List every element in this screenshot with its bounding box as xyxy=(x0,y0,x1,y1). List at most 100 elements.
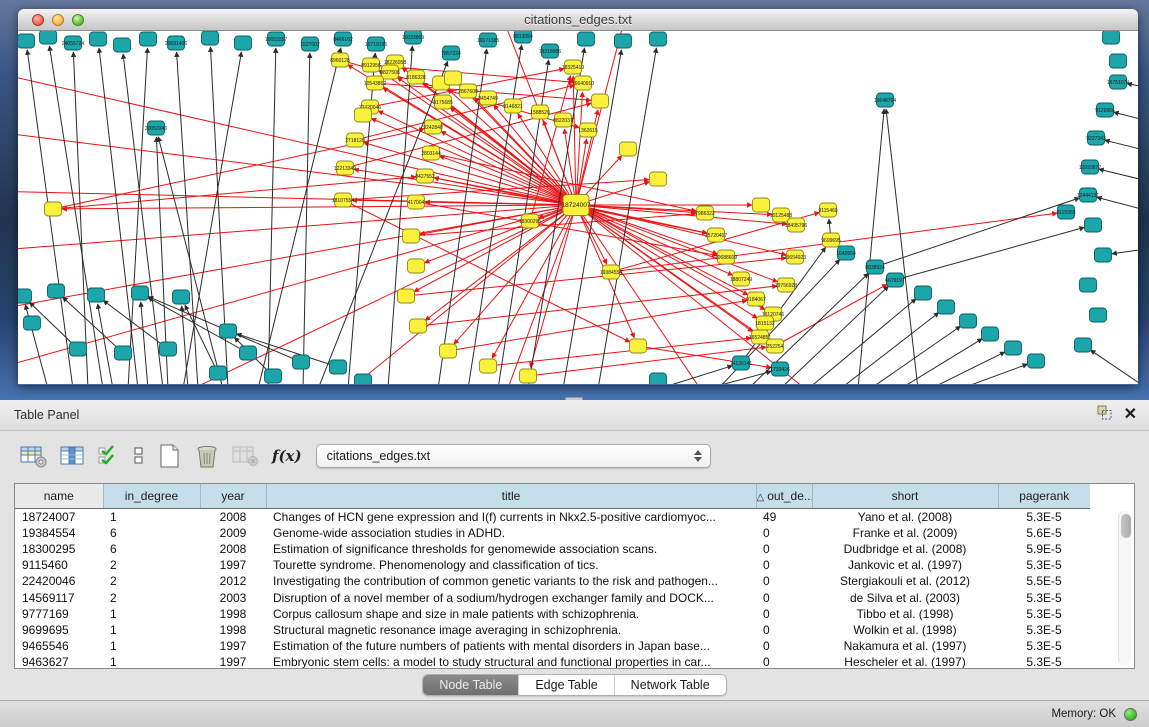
graph-node[interactable] xyxy=(650,172,667,186)
table-cell[interactable]: 5.3E-5 xyxy=(998,606,1090,622)
table-cell[interactable]: 9777169 xyxy=(15,606,103,622)
graph-node[interactable] xyxy=(753,198,770,212)
graph-node[interactable] xyxy=(1075,338,1092,352)
table-cell[interactable]: 5.9E-5 xyxy=(998,541,1090,557)
table-row[interactable]: 2242004622012Investigating the contribut… xyxy=(15,573,1090,589)
table-options-button[interactable] xyxy=(20,444,48,468)
table-cell[interactable]: 0 xyxy=(756,525,812,541)
table-cell[interactable]: 2 xyxy=(103,573,200,589)
table-cell[interactable]: 2008 xyxy=(200,508,266,525)
graph-node[interactable] xyxy=(355,374,372,384)
graph-node[interactable] xyxy=(982,327,999,341)
table-cell[interactable]: 5.3E-5 xyxy=(998,590,1090,606)
graph-node[interactable] xyxy=(1103,31,1120,44)
graph-node[interactable] xyxy=(445,71,462,85)
tab-edge-table[interactable]: Edge Table xyxy=(518,675,613,695)
graph-node[interactable] xyxy=(650,32,667,46)
table-scrollbar-thumb[interactable] xyxy=(1121,514,1131,538)
graph-node[interactable] xyxy=(1110,54,1127,68)
column-header-title[interactable]: title xyxy=(266,484,756,508)
select-columns-button[interactable] xyxy=(60,444,86,468)
graph-node[interactable] xyxy=(70,342,87,356)
table-cell[interactable]: Wolkin et al. (1998) xyxy=(812,622,998,638)
row-selection-button[interactable] xyxy=(132,444,146,468)
table-cell[interactable]: 0 xyxy=(756,557,812,573)
graph-node[interactable] xyxy=(398,289,415,303)
table-row[interactable]: 1938455462009Genome-wide association stu… xyxy=(15,525,1090,541)
table-cell[interactable]: 1997 xyxy=(200,557,266,573)
table-cell[interactable]: 0 xyxy=(756,654,812,669)
table-cell[interactable]: Dudbridge et al. (2008) xyxy=(812,541,998,557)
table-cell[interactable]: Yano et al. (2008) xyxy=(812,508,998,525)
graph-node[interactable] xyxy=(915,286,932,300)
table-cell[interactable]: Tourette syndrome. Phenomenology and cla… xyxy=(266,557,756,573)
delete-column-button[interactable] xyxy=(194,443,220,469)
table-cell[interactable]: 9115460 xyxy=(15,557,103,573)
column-header-short[interactable]: short xyxy=(812,484,998,508)
table-cell[interactable]: 1998 xyxy=(200,622,266,638)
table-cell[interactable]: Stergiakouli et al. (2012) xyxy=(812,573,998,589)
table-cell[interactable]: 5.3E-5 xyxy=(998,557,1090,573)
table-cell[interactable]: Nakamura et al. (1997) xyxy=(812,638,998,654)
table-cell[interactable]: 0 xyxy=(756,541,812,557)
graph-node[interactable] xyxy=(220,324,237,338)
graph-node[interactable] xyxy=(1085,218,1102,232)
table-cell[interactable]: 0 xyxy=(756,606,812,622)
network-view-window[interactable]: citations_edges.txt 18724007183002958960… xyxy=(18,9,1138,385)
graph-node[interactable] xyxy=(235,36,252,50)
graph-node[interactable] xyxy=(403,229,420,243)
table-row[interactable]: 946362711997Embryonic stem cells: a mode… xyxy=(15,654,1090,669)
graph-node[interactable] xyxy=(24,316,41,330)
table-cell[interactable]: 1 xyxy=(103,654,200,669)
table-cell[interactable]: de Silva et al. (2003) xyxy=(812,590,998,606)
graph-node[interactable] xyxy=(330,360,347,374)
graph-node[interactable] xyxy=(592,94,609,108)
table-cell[interactable]: Disruption of a novel member of a sodium… xyxy=(266,590,756,606)
table-cell[interactable]: Estimation of significance thresholds fo… xyxy=(266,541,756,557)
table-cell[interactable]: Jankovic et al. (1997) xyxy=(812,557,998,573)
graph-node[interactable] xyxy=(114,38,131,52)
graph-node[interactable] xyxy=(48,284,65,298)
graph-node[interactable] xyxy=(620,142,637,156)
graph-node[interactable] xyxy=(115,346,132,360)
network-view[interactable]: 1872400718300295896012889129561822605898… xyxy=(18,31,1138,384)
graph-node[interactable] xyxy=(578,32,595,46)
graph-node[interactable] xyxy=(1028,354,1045,368)
graph-node[interactable] xyxy=(938,300,955,314)
table-row[interactable]: 1872400712008Changes of HCN gene express… xyxy=(15,508,1090,525)
close-panel-icon[interactable]: ✕ xyxy=(1124,407,1137,423)
table-cell[interactable]: 5.3E-5 xyxy=(998,622,1090,638)
table-cell[interactable]: 0 xyxy=(756,638,812,654)
table-cell[interactable]: 0 xyxy=(756,590,812,606)
network-canvas[interactable]: 1872400718300295896012889129561822605898… xyxy=(18,31,1138,384)
table-cell[interactable]: Tibbo et al. (1998) xyxy=(812,606,998,622)
graph-node[interactable] xyxy=(210,366,227,380)
table-cell[interactable]: Franke et al. (2009) xyxy=(812,525,998,541)
table-cell[interactable]: Embryonic stem cells: a model to study s… xyxy=(266,654,756,669)
table-cell[interactable]: 14569117 xyxy=(15,590,103,606)
graph-node[interactable] xyxy=(140,32,157,46)
select-all-button[interactable] xyxy=(98,444,120,468)
graph-node[interactable] xyxy=(410,319,427,333)
graph-node[interactable] xyxy=(355,108,372,122)
table-cell[interactable]: 5.6E-5 xyxy=(998,525,1090,541)
column-header-out-degree[interactable]: △out_de... xyxy=(756,484,812,508)
table-cell[interactable]: 6 xyxy=(103,541,200,557)
graph-node[interactable] xyxy=(160,342,177,356)
table-cell[interactable]: 9699695 xyxy=(15,622,103,638)
table-row[interactable]: 1456911722003Disruption of a novel membe… xyxy=(15,590,1090,606)
table-row[interactable]: 969969511998Structural magnetic resonanc… xyxy=(15,622,1090,638)
table-cell[interactable]: 5.3E-5 xyxy=(998,638,1090,654)
graph-node[interactable] xyxy=(1090,308,1107,322)
graph-node[interactable] xyxy=(615,34,632,48)
table-cell[interactable]: 22420046 xyxy=(15,573,103,589)
table-cell[interactable]: 1997 xyxy=(200,638,266,654)
graph-node[interactable] xyxy=(132,286,149,300)
graph-node[interactable] xyxy=(240,346,257,360)
table-cell[interactable]: 5.5E-5 xyxy=(998,573,1090,589)
table-cell[interactable]: Structural magnetic resonance image aver… xyxy=(266,622,756,638)
tab-network-table[interactable]: Network Table xyxy=(614,675,726,695)
graph-node[interactable] xyxy=(40,31,57,44)
graph-node[interactable] xyxy=(480,359,497,373)
table-cell[interactable]: 5.3E-5 xyxy=(998,654,1090,669)
